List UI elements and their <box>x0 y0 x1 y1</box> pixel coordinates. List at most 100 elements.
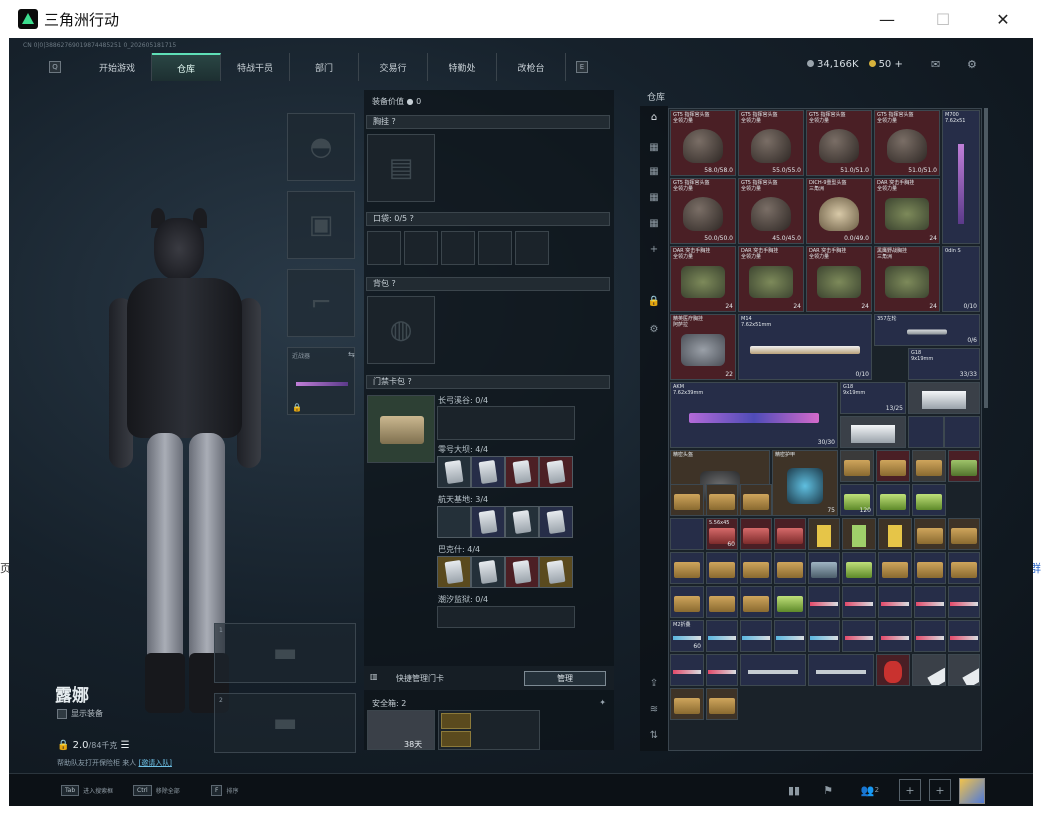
warehouse-item[interactable] <box>914 620 946 652</box>
warehouse-item[interactable]: M14 7.62x51mm 0/10 <box>738 314 872 380</box>
pocket-slot[interactable] <box>404 231 438 265</box>
keycard[interactable] <box>471 556 505 588</box>
keycard[interactable] <box>505 556 539 588</box>
avatar[interactable] <box>959 778 985 804</box>
category-icon[interactable]: ▦ <box>647 142 661 156</box>
safe-item[interactable] <box>441 731 471 747</box>
tab-special-ops[interactable]: 特勤处 <box>428 53 497 81</box>
warehouse-item[interactable] <box>740 518 772 550</box>
settings-icon[interactable]: ⚙ <box>647 324 661 338</box>
warehouse-item[interactable] <box>948 552 980 584</box>
safe-box-storage[interactable] <box>438 710 540 750</box>
warehouse-item[interactable] <box>842 620 876 652</box>
minimize-button[interactable]: — <box>864 0 910 38</box>
primary-weapon-slot-2[interactable]: 2 ▬ <box>214 693 356 753</box>
category-icon[interactable]: ▦ <box>647 192 661 206</box>
close-button[interactable]: ✕ <box>980 0 1026 38</box>
warehouse-item[interactable] <box>808 654 874 686</box>
warehouse-item[interactable] <box>878 586 912 618</box>
warehouse-item[interactable]: G18 9x19mm 13/25 <box>840 382 906 414</box>
warehouse-item[interactable] <box>706 654 738 686</box>
tab-department[interactable]: 部门 <box>290 53 359 81</box>
invite-team-link[interactable]: [邀请入队] <box>138 759 171 767</box>
warehouse-item[interactable] <box>948 654 980 686</box>
sort-icon[interactable]: ⇅ <box>647 730 661 744</box>
chest-rig-slot[interactable]: ▤ <box>367 134 435 202</box>
category-icon[interactable]: ▦ <box>647 218 661 232</box>
friends-icon[interactable]: 👥 2 <box>855 779 885 801</box>
keycard-case-slot[interactable] <box>367 395 435 463</box>
tab-operators[interactable]: 特战干员 <box>221 53 290 81</box>
warehouse-item[interactable] <box>670 654 704 686</box>
warehouse-item[interactable] <box>912 450 946 482</box>
category-icon[interactable]: ▦ <box>647 166 661 180</box>
manage-button[interactable]: 管理 <box>524 671 606 686</box>
tab-gunsmith[interactable]: 改枪台 <box>497 53 566 81</box>
warehouse-item[interactable] <box>914 552 946 584</box>
nav-prev-key[interactable]: Q <box>49 61 61 73</box>
warehouse-item[interactable]: GT5 指挥官头盔 全领力量 45.0/45.0 <box>738 178 804 244</box>
keycard[interactable] <box>539 456 573 488</box>
warehouse-item[interactable]: 黑鹰野战胸挂 三角洲 24 <box>874 246 940 312</box>
warehouse-item[interactable] <box>878 620 912 652</box>
nav-next-key[interactable]: E <box>576 61 588 73</box>
layers-icon[interactable]: ≋ <box>647 704 661 718</box>
hint-sort[interactable]: F 排序 <box>211 785 238 796</box>
pin-icon[interactable]: ✦ <box>599 698 606 707</box>
warehouse-item[interactable] <box>706 620 738 652</box>
armor-slot[interactable]: ▣ <box>287 191 355 259</box>
swap-icon[interactable]: ⇆ <box>348 350 355 359</box>
settings-gear-icon[interactable]: ⚙ <box>967 58 981 71</box>
tab-trade[interactable]: 交易行 <box>359 53 428 81</box>
keycard-group-slots[interactable] <box>437 406 575 440</box>
show-equipment-checkbox[interactable] <box>57 708 67 719</box>
warehouse-all-icon[interactable]: ⌂ <box>647 112 661 126</box>
warehouse-item[interactable] <box>948 518 980 550</box>
warehouse-item[interactable] <box>840 416 906 448</box>
invite-slot-button[interactable]: + <box>899 779 921 801</box>
keycard-group-slots[interactable] <box>437 606 575 628</box>
hint-search[interactable]: Tab 进入搜索框 <box>61 785 113 796</box>
warehouse-item[interactable] <box>774 552 806 584</box>
tab-start-game[interactable]: 开始游戏 <box>83 53 152 81</box>
warehouse-item[interactable]: M700 7.62x51 <box>942 110 980 244</box>
warehouse-item[interactable] <box>842 586 876 618</box>
warehouse-item[interactable] <box>876 654 910 686</box>
warehouse-item[interactable] <box>944 416 980 448</box>
warehouse-item[interactable]: 0din S 0/10 <box>942 246 980 312</box>
warehouse-item[interactable] <box>706 688 738 720</box>
invite-slot-button[interactable]: + <box>929 779 951 801</box>
maximize-button[interactable]: ☐ <box>920 0 966 38</box>
warehouse-item[interactable] <box>808 620 840 652</box>
keycard[interactable] <box>539 506 573 538</box>
warehouse-item[interactable]: GT5 指挥官头盔 全领力量 58.0/58.0 <box>670 110 736 176</box>
warehouse-item[interactable] <box>740 654 806 686</box>
warehouse-item[interactable]: 357左轮 0/6 <box>874 314 980 346</box>
warehouse-item[interactable]: DICH-9重型头盔 三角洲 0.0/49.0 <box>806 178 872 244</box>
keycard[interactable] <box>539 556 573 588</box>
warehouse-item[interactable] <box>878 552 912 584</box>
pistol-slot[interactable]: ⌐ <box>287 269 355 337</box>
warehouse-item[interactable] <box>740 586 772 618</box>
pocket-slot[interactable] <box>441 231 475 265</box>
hint-remove-all[interactable]: Ctrl 移除全部 <box>133 785 180 796</box>
warehouse-item[interactable]: DAR 突击手胸挂 全领力量 24 <box>670 246 736 312</box>
stats-chart-icon[interactable]: ▮▮ <box>783 779 805 801</box>
gold-balance[interactable]: 50 + <box>868 59 903 70</box>
warehouse-item[interactable] <box>948 450 980 482</box>
warehouse-item[interactable]: M2折叠 60 <box>670 620 704 652</box>
coin-balance[interactable]: 34,166K <box>807 59 859 70</box>
warehouse-item[interactable] <box>914 518 946 550</box>
warehouse-item[interactable] <box>842 552 876 584</box>
warehouse-item[interactable]: 精密护甲 75 <box>772 450 838 516</box>
warehouse-item[interactable] <box>706 484 738 516</box>
warehouse-item[interactable] <box>740 620 772 652</box>
warehouse-item[interactable] <box>948 586 980 618</box>
warehouse-item[interactable]: GT5 指挥官头盔 全领力量 55.0/55.0 <box>738 110 804 176</box>
pocket-slot[interactable] <box>515 231 549 265</box>
upload-icon[interactable]: ⇪ <box>647 678 661 692</box>
warehouse-item[interactable] <box>912 484 946 516</box>
warehouse-item[interactable] <box>876 450 910 482</box>
keycard[interactable] <box>437 556 471 588</box>
safe-box-slot[interactable]: 38天 <box>367 710 435 750</box>
